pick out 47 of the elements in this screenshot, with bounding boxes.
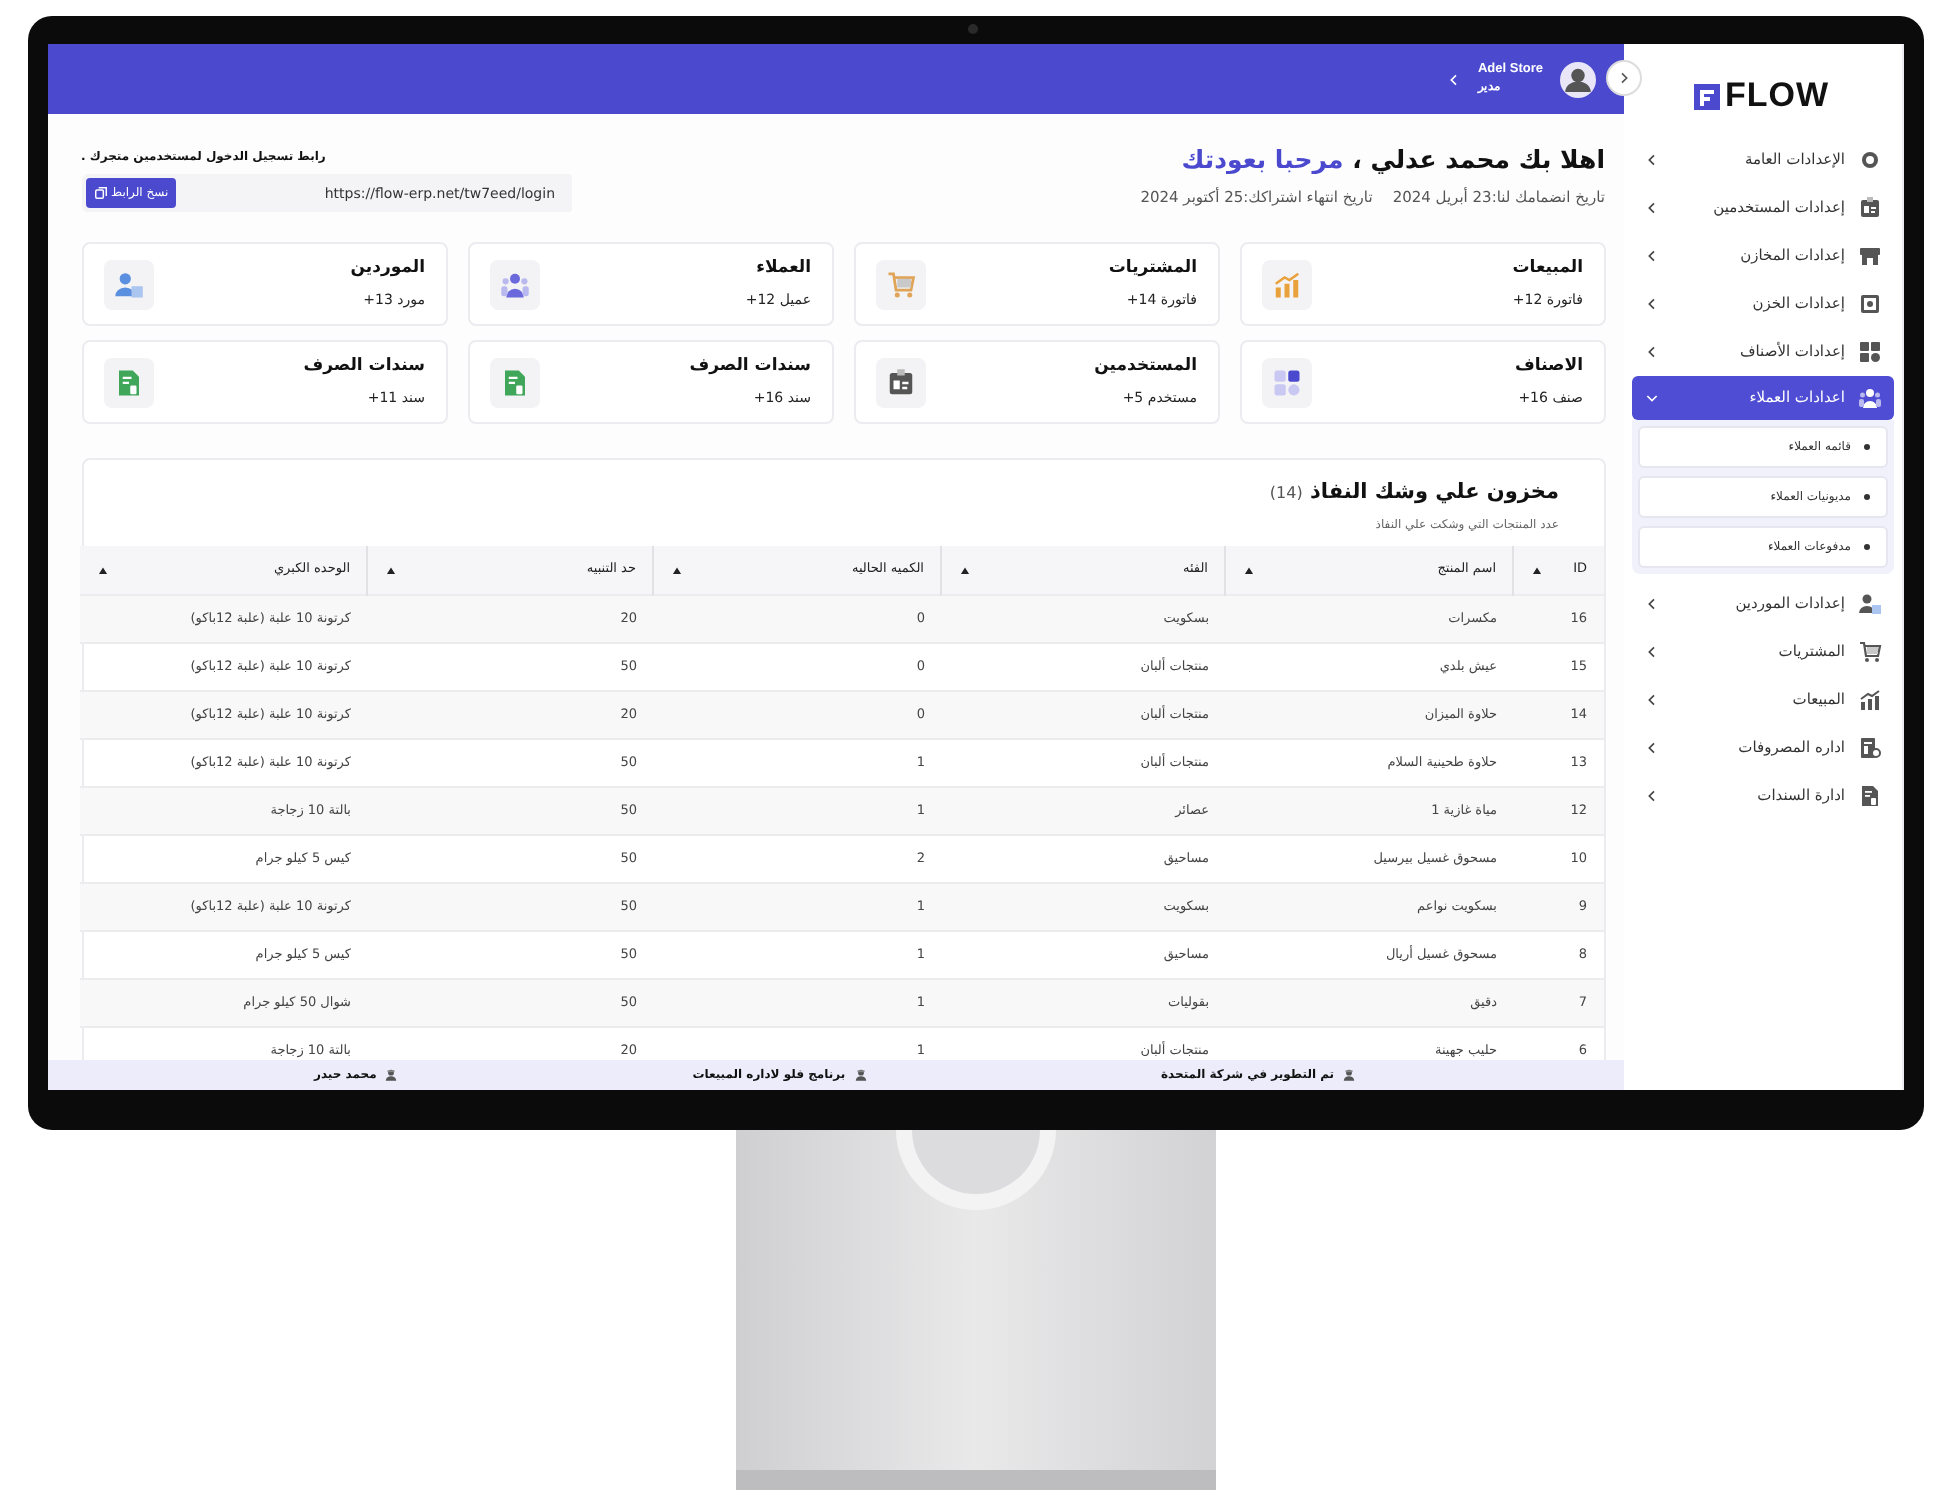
bullet-icon — [1863, 544, 1869, 550]
greeting-text: اهلا بك محمد عدلي ، مرحبا بعودتك — [1179, 142, 1605, 178]
safe-icon — [1857, 292, 1881, 316]
receipt-icon — [1857, 736, 1881, 760]
stat-title: العملاء — [754, 256, 811, 283]
person-icon — [103, 259, 153, 309]
item-count: (14) — [1269, 484, 1303, 502]
logo-text: FLOW — [1724, 74, 1830, 119]
sort-icon — [1242, 563, 1256, 577]
user-icon — [853, 1068, 868, 1082]
store-icon — [1857, 244, 1881, 268]
document-icon — [103, 357, 153, 407]
id-card-icon — [875, 357, 925, 407]
stat-title: سندات الصرف — [689, 354, 811, 381]
document-icon — [1857, 784, 1881, 808]
stat-title: الاصناف — [1515, 354, 1583, 381]
logo-icon — [1694, 83, 1721, 109]
sort-icon — [1530, 563, 1544, 577]
stat-title: المشتريات — [1108, 256, 1197, 283]
cart-icon — [1857, 640, 1881, 664]
stat-title: الموردين — [350, 256, 425, 283]
people-icon — [1857, 386, 1881, 410]
id-card-icon — [1857, 196, 1881, 220]
sort-icon — [958, 563, 972, 577]
stat-title: المبيعات — [1512, 256, 1583, 283]
document-icon — [489, 357, 539, 407]
sort-icon — [670, 563, 684, 577]
user-icon — [384, 1068, 399, 1082]
table-title: مخزون علي وشك النفاذ — [1310, 480, 1559, 504]
stat-title: المستخدمين — [1094, 354, 1197, 381]
people-icon — [489, 259, 539, 309]
chevron-left-icon — [1445, 71, 1462, 87]
user-icon — [1342, 1068, 1357, 1082]
avatar — [1559, 61, 1595, 97]
stat-title: سندات الصرف — [303, 354, 425, 381]
copy-icon — [93, 186, 107, 200]
bullet-icon — [1863, 494, 1869, 500]
chart-icon — [1261, 259, 1311, 309]
chart-icon — [1857, 688, 1881, 712]
camera-dot — [967, 24, 977, 34]
person-icon — [1857, 592, 1881, 616]
grid-icon — [1261, 357, 1311, 407]
sort-icon — [384, 563, 398, 577]
grid-icon — [1857, 340, 1881, 364]
sort-icon — [95, 563, 109, 577]
bullet-icon — [1863, 444, 1869, 450]
cart-icon — [875, 259, 925, 309]
